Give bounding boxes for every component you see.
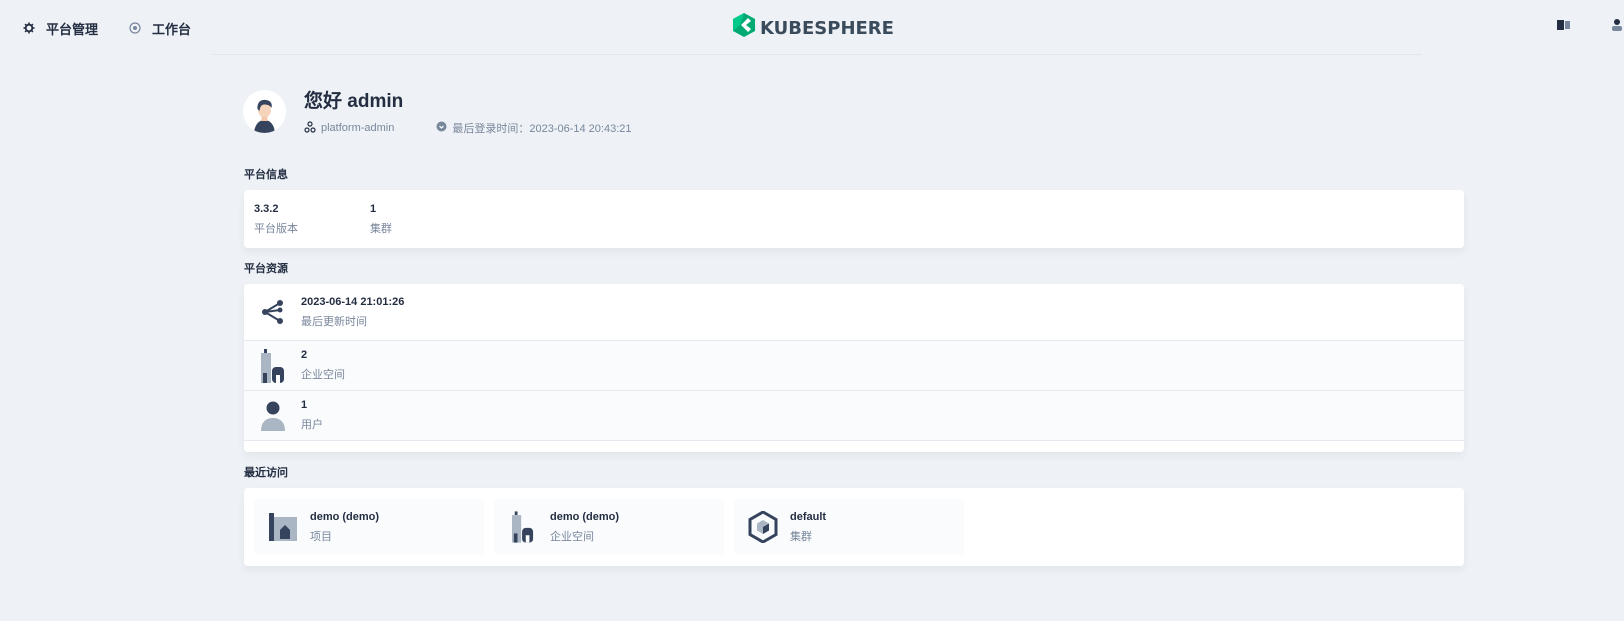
nav-workbench[interactable]: 工作台 bbox=[128, 19, 191, 38]
users-value: 1 bbox=[301, 399, 308, 411]
header-divider bbox=[212, 54, 1422, 55]
resource-text: 1 用户 bbox=[301, 399, 323, 432]
gear-icon bbox=[22, 21, 36, 35]
recent-item-project[interactable]: demo (demo) 项目 bbox=[254, 499, 484, 555]
cluster-count: 1 集群 bbox=[370, 203, 486, 235]
recent-visits-title: 最近访问 bbox=[244, 467, 288, 479]
recent-workspace-name: demo (demo) bbox=[550, 510, 620, 523]
cluster-icon bbox=[748, 511, 778, 543]
recent-text: demo (demo) 企业空间 bbox=[550, 511, 619, 544]
recent-cluster-type: 集群 bbox=[790, 530, 812, 543]
share-nodes-icon bbox=[260, 294, 286, 330]
right-tools bbox=[1556, 18, 1624, 32]
nav-workbench-label: 工作台 bbox=[152, 21, 192, 37]
cluster-count-label: 集群 bbox=[370, 223, 392, 235]
platform-version-label: 平台版本 bbox=[254, 223, 298, 235]
recent-item-workspace[interactable]: demo (demo) 企业空间 bbox=[494, 499, 724, 555]
resource-text: 2 企业空间 bbox=[301, 349, 345, 382]
nav-platform-management[interactable]: 平台管理 bbox=[22, 19, 98, 38]
recent-item-cluster[interactable]: default 集群 bbox=[734, 499, 964, 555]
recent-text: default 集群 bbox=[790, 511, 826, 544]
recent-cluster-name: default bbox=[790, 510, 827, 523]
workspaces-label: 企业空间 bbox=[301, 369, 345, 381]
workspaces-value: 2 bbox=[301, 349, 308, 361]
recent-text: demo (demo) 项目 bbox=[310, 511, 379, 544]
user-role: platform-admin bbox=[304, 120, 395, 136]
workbench-icon bbox=[128, 21, 142, 35]
platform-version: 3.3.2 平台版本 bbox=[254, 203, 370, 235]
greeting-text: 您好 admin platform-admin 最后登录时间：2023-06-1… bbox=[304, 86, 632, 136]
role-icon bbox=[304, 120, 316, 136]
user-greeting: 您好 admin platform-admin 最后登录时间：2023-06-1… bbox=[243, 86, 632, 136]
user-role-text: platform-admin bbox=[321, 122, 395, 134]
user-icon bbox=[260, 398, 286, 434]
cluster-count-value: 1 bbox=[370, 203, 377, 215]
greeting-title: 您好 admin bbox=[304, 91, 404, 112]
last-login-text: 最后登录时间：2023-06-14 20:43:21 bbox=[452, 123, 632, 135]
users-label: 用户 bbox=[301, 419, 323, 431]
last-updated-label: 最后更新时间 bbox=[301, 315, 367, 328]
project-icon bbox=[268, 511, 298, 543]
user-menu-icon[interactable] bbox=[1610, 18, 1624, 32]
last-updated-value: 2023-06-14 21:01:26 bbox=[301, 295, 405, 308]
kubesphere-logo-icon bbox=[732, 12, 756, 44]
resource-row-users[interactable]: 1 用户 bbox=[244, 391, 1464, 441]
recent-project-type: 项目 bbox=[310, 530, 332, 543]
platform-info-card: 3.3.2 平台版本 1 集群 bbox=[244, 190, 1464, 248]
recent-project-name: demo (demo) bbox=[310, 510, 380, 523]
workspace-icon bbox=[260, 348, 286, 384]
recent-workspace-type: 企业空间 bbox=[550, 530, 594, 543]
resource-row-last-updated: 2023-06-14 21:01:26 最后更新时间 bbox=[244, 284, 1464, 341]
recent-visits-card: demo (demo) 项目 demo (demo) 企业空间 default … bbox=[244, 488, 1464, 566]
workspace-icon bbox=[508, 511, 538, 543]
platform-resources-title: 平台资源 bbox=[244, 263, 288, 275]
left-nav: 平台管理 工作台 bbox=[2, 19, 191, 38]
platform-info-title: 平台信息 bbox=[244, 169, 288, 181]
brand-logo[interactable]: KUBESPHERE bbox=[732, 12, 894, 44]
last-login: 最后登录时间：2023-06-14 20:43:21 bbox=[436, 120, 632, 136]
page: 平台管理 工作台 KUBESPHERE 您好 admin platform-ad… bbox=[2, 2, 1624, 619]
nav-platform-management-label: 平台管理 bbox=[46, 21, 99, 37]
platform-resources-card: 2023-06-14 21:01:26 最后更新时间 2 企业空间 1 用户 bbox=[244, 284, 1464, 452]
resource-row-workspaces[interactable]: 2 企业空间 bbox=[244, 341, 1464, 391]
documentation-icon[interactable] bbox=[1556, 18, 1570, 32]
platform-version-value: 3.3.2 bbox=[254, 203, 279, 215]
brand-name: KUBESPHERE bbox=[760, 17, 894, 39]
top-navigation: 平台管理 工作台 KUBESPHERE bbox=[2, 2, 1624, 54]
clock-icon bbox=[436, 121, 447, 135]
user-meta: platform-admin 最后登录时间：2023-06-14 20:43:2… bbox=[304, 120, 632, 136]
resource-text: 2023-06-14 21:01:26 最后更新时间 bbox=[301, 296, 404, 329]
avatar[interactable] bbox=[243, 89, 286, 133]
